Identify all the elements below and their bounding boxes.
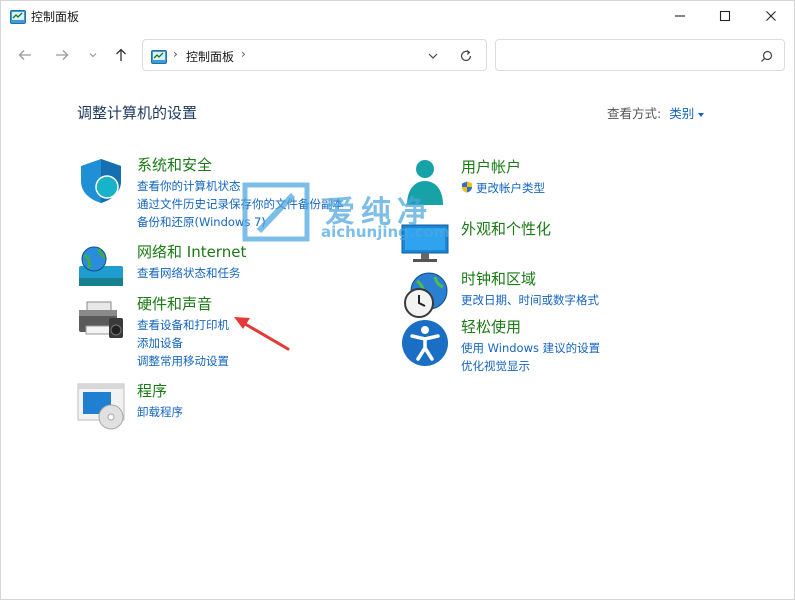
breadcrumb-separator[interactable]: ›	[241, 47, 246, 61]
back-arrow-icon	[18, 50, 31, 60]
view-by-label: 查看方式:	[607, 106, 662, 121]
link-backup-restore-win7[interactable]: 备份和还原(Windows 7)	[137, 213, 344, 231]
back-button[interactable]	[13, 43, 37, 67]
category-title[interactable]: 轻松使用	[461, 316, 521, 337]
close-icon	[766, 11, 776, 21]
category-title[interactable]: 系统和安全	[137, 154, 212, 175]
control-panel-icon	[151, 49, 167, 64]
shield-icon[interactable]	[77, 157, 125, 205]
annotation-arrow-icon	[234, 317, 290, 351]
page-title: 调整计算机的设置	[77, 104, 198, 122]
printer-icon[interactable]	[77, 296, 125, 344]
chevron-down-icon	[428, 53, 438, 59]
category-title[interactable]: 硬件和声音	[137, 293, 212, 314]
title-bar: 控制面板	[1, 1, 794, 31]
chevron-down-icon	[89, 53, 97, 58]
navigation-bar: › 控制面板 ›	[1, 37, 794, 75]
up-arrow-icon	[116, 48, 126, 61]
link-uninstall-program[interactable]: 卸载程序	[137, 403, 183, 421]
clock-globe-icon[interactable]	[401, 271, 449, 319]
category-title[interactable]: 程序	[137, 380, 167, 401]
link-change-date-time-format[interactable]: 更改日期、时间或数字格式	[461, 291, 599, 309]
address-history-dropdown[interactable]	[425, 48, 441, 64]
search-icon	[760, 50, 772, 62]
category-title[interactable]: 时钟和区域	[461, 268, 536, 289]
link-add-device[interactable]: 添加设备	[137, 334, 229, 352]
link-view-computer-status[interactable]: 查看你的计算机状态	[137, 177, 344, 195]
link-optimize-visual-display[interactable]: 优化视觉显示	[461, 357, 600, 375]
link-view-devices-printers[interactable]: 查看设备和打印机	[137, 316, 229, 334]
minimize-button[interactable]	[657, 1, 703, 31]
breadcrumb-separator[interactable]: ›	[173, 47, 178, 61]
window-title: 控制面板	[31, 10, 80, 24]
search-button[interactable]	[758, 48, 774, 64]
address-bar[interactable]: › 控制面板 ›	[142, 39, 487, 71]
user-accounts-icon[interactable]	[401, 159, 449, 207]
monitor-icon[interactable]	[401, 221, 449, 269]
view-by-control: 查看方式: 类别	[607, 103, 705, 122]
caret-down-icon[interactable]	[698, 112, 705, 117]
link-file-history-backup[interactable]: 通过文件历史记录保存你的文件备份副本	[137, 195, 344, 213]
accessibility-icon[interactable]	[401, 319, 449, 367]
link-view-network-status[interactable]: 查看网络状态和任务	[137, 264, 241, 282]
control-panel-window: 控制面板 › 控制面板 › 调整计算机的设置 查看方式: 类别 系统和安全 查看…	[0, 0, 795, 600]
link-change-account-type[interactable]: 更改帐户类型	[461, 179, 545, 197]
search-box[interactable]	[495, 39, 785, 71]
close-button[interactable]	[748, 1, 794, 31]
uac-shield-icon	[462, 181, 472, 193]
link-recommended-settings[interactable]: 使用 Windows 建议的设置	[461, 339, 600, 357]
up-button[interactable]	[109, 43, 133, 67]
category-title[interactable]: 网络和 Internet	[137, 241, 246, 262]
forward-arrow-icon	[56, 50, 69, 60]
breadcrumb-control-panel[interactable]: 控制面板	[186, 48, 234, 65]
category-title[interactable]: 用户帐户	[461, 156, 521, 177]
network-globe-icon[interactable]	[77, 244, 125, 292]
recent-locations-button[interactable]	[81, 43, 105, 67]
programs-icon[interactable]	[77, 383, 125, 431]
refresh-button[interactable]	[457, 47, 475, 65]
minimize-icon	[675, 15, 685, 17]
refresh-icon	[460, 50, 472, 62]
control-panel-icon	[10, 9, 26, 24]
link-mobility-settings[interactable]: 调整常用移动设置	[137, 352, 229, 370]
search-input[interactable]	[504, 46, 744, 66]
forward-button[interactable]	[50, 43, 74, 67]
category-title[interactable]: 外观和个性化	[461, 218, 551, 239]
maximize-button[interactable]	[702, 1, 748, 31]
view-by-dropdown[interactable]: 类别	[669, 106, 694, 121]
maximize-icon	[719, 10, 731, 22]
